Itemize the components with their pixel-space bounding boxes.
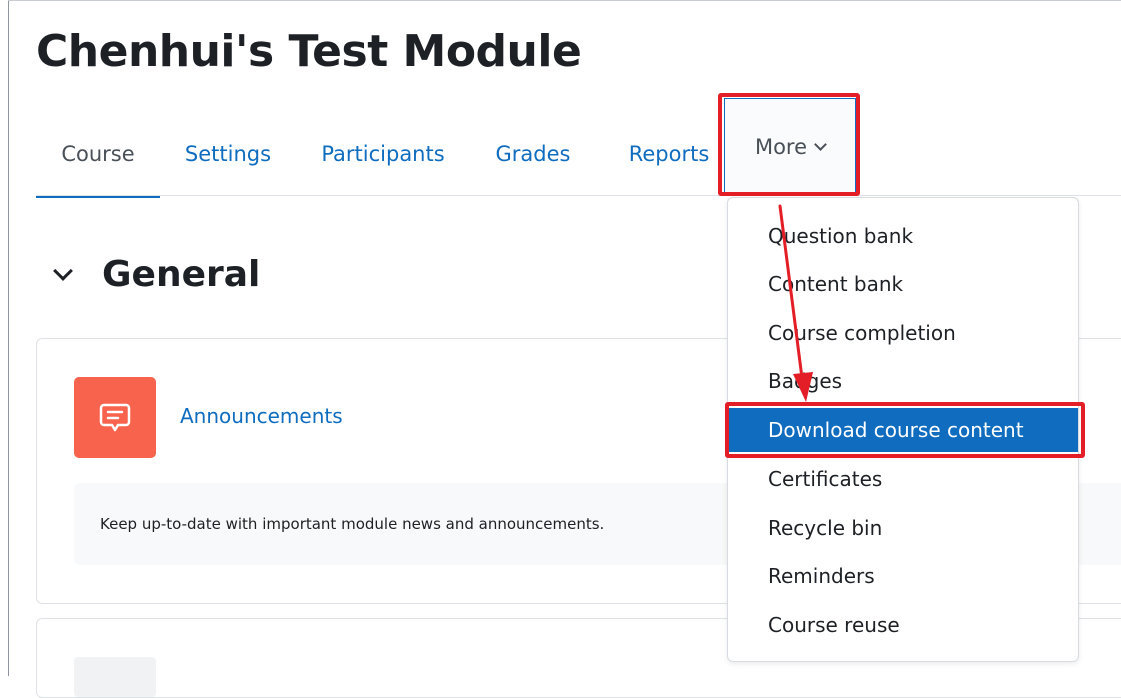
page-title: Chenhui's Test Module	[36, 26, 582, 77]
course-secondary-navigation: Course Settings Participants Grades Repo…	[36, 98, 1121, 198]
menu-item-question-bank[interactable]: Question bank	[728, 214, 1078, 258]
activity-icon-placeholder	[74, 657, 156, 697]
window-top-border	[8, 0, 1121, 1]
menu-item-badges[interactable]: Badges	[728, 359, 1078, 403]
window-left-border	[8, 0, 9, 676]
menu-item-content-bank[interactable]: Content bank	[728, 262, 1078, 306]
menu-item-course-reuse[interactable]: Course reuse	[728, 603, 1078, 647]
menu-item-recycle-bin[interactable]: Recycle bin	[728, 506, 1078, 550]
menu-item-reminders[interactable]: Reminders	[728, 554, 1078, 598]
tab-participants[interactable]: Participants	[314, 112, 452, 196]
section-title: General	[102, 254, 261, 295]
section-header: General	[52, 254, 260, 295]
tab-course[interactable]: Course	[36, 112, 160, 198]
nav-divider	[36, 195, 1121, 196]
speech-bubble-icon	[99, 403, 131, 431]
menu-item-course-completion[interactable]: Course completion	[728, 311, 1078, 355]
tab-grades[interactable]: Grades	[488, 112, 578, 196]
forum-icon[interactable]	[74, 377, 156, 458]
highlight-frame-download	[725, 402, 1085, 458]
activity-link-announcements[interactable]: Announcements	[180, 404, 343, 428]
highlight-frame-more	[718, 93, 860, 196]
tab-reports[interactable]: Reports	[614, 112, 724, 196]
menu-item-certificates[interactable]: Certificates	[728, 457, 1078, 501]
chevron-down-icon[interactable]	[53, 260, 73, 281]
activity-description: Keep up-to-date with important module ne…	[100, 515, 605, 533]
tab-settings[interactable]: Settings	[176, 112, 280, 196]
